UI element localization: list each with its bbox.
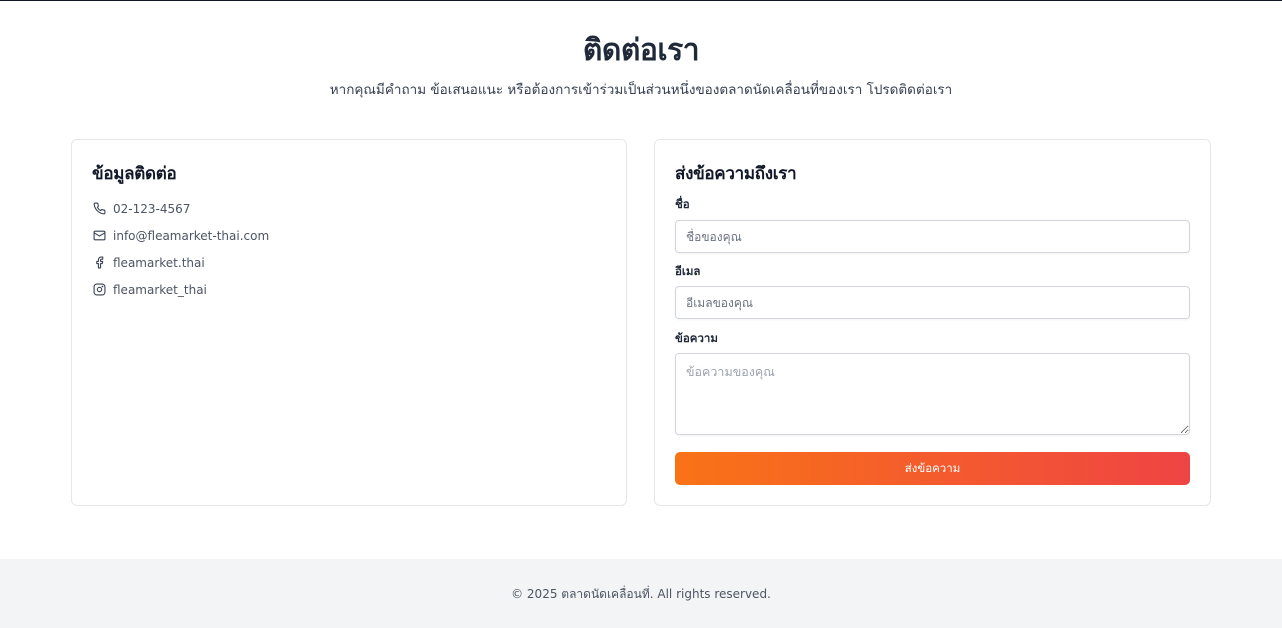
- phone-icon: [92, 202, 106, 216]
- message-label: ข้อความ: [675, 331, 718, 345]
- contact-item-phone: 02-123-4567: [92, 195, 269, 222]
- contact-info-title: ข้อมูลติดต่อ: [92, 164, 177, 184]
- contact-item-facebook: fleamarket.thai: [92, 249, 269, 276]
- contact-phone-text: 02-123-4567: [113, 201, 191, 216]
- name-label: ชื่อ: [675, 197, 690, 211]
- contact-form-title: ส่งข้อความถึงเรา: [675, 164, 797, 184]
- name-input[interactable]: [675, 220, 1190, 253]
- contact-form-card: ส่งข้อความถึงเรา ชื่อ อีเมล ข้อความ ส่งข…: [654, 139, 1211, 506]
- contact-info-card: ข้อมูลติดต่อ 02-123-4567 info@fleamarket…: [71, 139, 627, 506]
- page-title: ติดต่อเรา: [582, 33, 700, 68]
- email-input[interactable]: [675, 286, 1190, 319]
- footer: © 2025 ตลาดนัดเคลื่อนที่. All rights res…: [0, 559, 1282, 628]
- contact-item-email: info@fleamarket-thai.com: [92, 222, 269, 249]
- contact-instagram-text: fleamarket_thai: [113, 282, 207, 297]
- contact-item-instagram: fleamarket_thai: [92, 276, 269, 303]
- instagram-icon: [92, 283, 106, 297]
- contact-facebook-text: fleamarket.thai: [113, 255, 205, 270]
- facebook-icon: [92, 256, 106, 270]
- contact-email-text: info@fleamarket-thai.com: [113, 228, 270, 243]
- contact-list: 02-123-4567 info@fleamarket-thai.com fle…: [92, 195, 269, 303]
- mail-icon: [92, 229, 106, 243]
- submit-button[interactable]: ส่งข้อความ: [675, 452, 1190, 485]
- footer-copyright: © 2025 ตลาดนัดเคลื่อนที่. All rights res…: [511, 587, 771, 601]
- message-textarea[interactable]: [675, 353, 1190, 435]
- email-label: อีเมล: [675, 264, 701, 278]
- page-subtitle: หากคุณมีคำถาม ข้อเสนอแนะ หรือต้องการเข้า…: [329, 82, 953, 98]
